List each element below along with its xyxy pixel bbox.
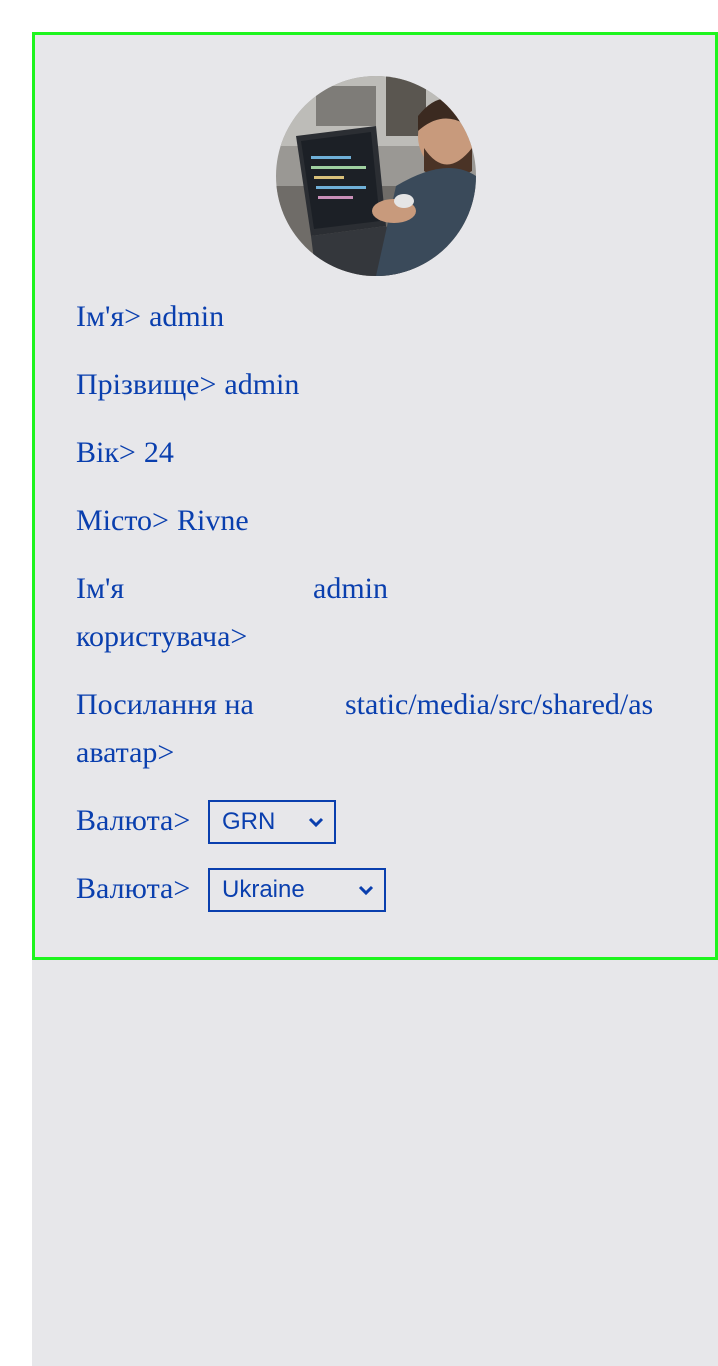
currency-row: Валюта> — [76, 797, 190, 845]
avatar-link-label: Посилання на аватар> — [76, 681, 254, 777]
username-value: admin — [313, 572, 388, 605]
username-label-line2: користувача> — [76, 620, 248, 653]
currency-selected-value: GRN — [222, 808, 276, 835]
currency-select[interactable]: GRN — [208, 800, 336, 844]
first-name-row: Ім'я> admin — [76, 293, 224, 341]
first-name-value: admin — [149, 300, 225, 333]
first-name-label: Ім'я> — [76, 300, 142, 333]
avatar-link-label-line1: Посилання на — [76, 688, 254, 721]
username-label-line1: Ім'я — [76, 572, 125, 605]
avatar-link-label-line2: аватар> — [76, 736, 175, 769]
avatar-image — [276, 76, 476, 276]
last-name-row: Прізвище> admin — [76, 361, 299, 409]
city-label: Місто> — [76, 504, 169, 537]
avatar-link-value: static/media/src/shared/as — [345, 688, 654, 721]
country-select[interactable]: Ukraine — [208, 868, 386, 912]
country-selected-value: Ukraine — [222, 876, 305, 903]
country-label: Валюта> — [76, 872, 191, 905]
currency-label: Валюта> — [76, 804, 191, 837]
username-label: Ім'я користувача> — [76, 565, 247, 661]
city-value: Rivne — [176, 504, 249, 537]
avatar — [276, 76, 476, 276]
profile-card: Ім'я> admin Прізвище> admin Вік> 24 Місто> R… — [32, 32, 718, 960]
city-row: Місто> Rivne — [76, 497, 249, 545]
age-row: Вік> 24 — [76, 429, 174, 477]
last-name-value: admin — [224, 368, 300, 401]
last-name-label: Прізвище> — [76, 368, 217, 401]
age-label: Вік> — [76, 436, 136, 469]
country-row: Валюта> — [76, 865, 190, 913]
chevron-down-icon — [308, 817, 324, 828]
chevron-down-icon — [358, 885, 374, 896]
age-value: 24 — [143, 436, 174, 469]
